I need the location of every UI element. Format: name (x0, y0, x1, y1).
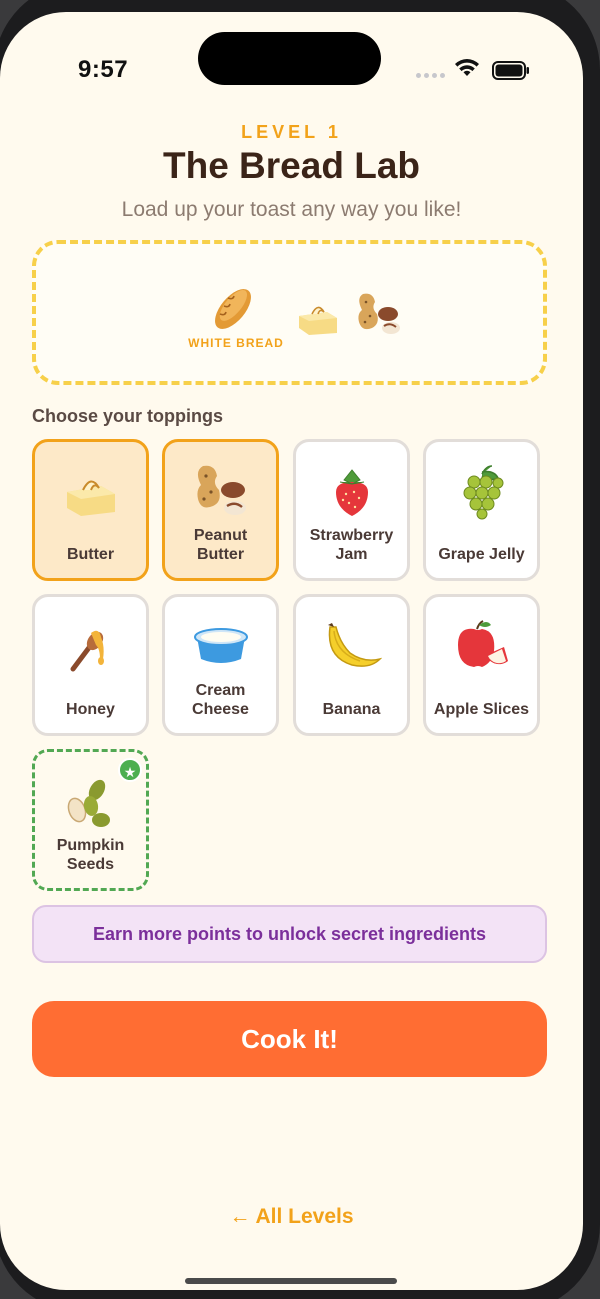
wifi-icon (455, 59, 479, 76)
topping-label: Pumpkin Seeds (56, 837, 125, 873)
secret-star-badge: ★ (118, 758, 142, 782)
all-levels-link[interactable]: ← All Levels (0, 1205, 583, 1229)
page-subtitle: Load up your toast any way you like! (121, 198, 462, 221)
pumpkin-seeds-icon (67, 779, 110, 827)
topping-card-peanut-butter[interactable]: Peanut Butter (162, 439, 279, 581)
topping-label: Strawberry Jam (309, 527, 394, 563)
topping-card-banana[interactable]: Banana (293, 594, 410, 736)
grapes-icon (463, 465, 503, 520)
bread-label: WHITE BREAD (188, 336, 284, 350)
peanut-butter-icon (358, 293, 400, 334)
butter-icon (299, 306, 337, 335)
strawberry-icon (335, 469, 368, 516)
topping-card-butter[interactable]: Butter (32, 439, 149, 581)
peanut-butter-icon (196, 465, 246, 515)
cream-cheese-tub-icon (193, 628, 248, 663)
butter-icon (66, 480, 115, 516)
bread-icon (215, 289, 251, 329)
cook-it-button[interactable]: Cook It! (32, 1001, 547, 1077)
battery-icon (492, 61, 529, 80)
topping-card-honey[interactable]: Honey (32, 594, 149, 736)
topping-label: Butter (66, 546, 115, 563)
app-screen: 9:57 LEVEL 1 The Bread Lab Load up your … (0, 12, 583, 1290)
level-label: LEVEL 1 (241, 122, 342, 142)
topping-card-apple-slices[interactable]: Apple Slices (423, 594, 540, 736)
toast-plate[interactable]: WHITE BREAD (32, 240, 547, 385)
status-time: 9:57 (78, 56, 129, 83)
home-indicator[interactable] (185, 1278, 397, 1284)
topping-card-grape-jelly[interactable]: Grape Jelly (423, 439, 540, 581)
topping-label: Peanut Butter (193, 527, 248, 563)
topping-label: Apple Slices (433, 701, 530, 718)
topping-label: Honey (66, 701, 115, 718)
cellular-signal-icon (416, 73, 445, 78)
topping-card-cream-cheese[interactable]: Cream Cheese (162, 594, 279, 736)
dynamic-island (198, 32, 381, 85)
topping-label: Cream Cheese (192, 682, 249, 718)
page-title: The Bread Lab (163, 145, 420, 186)
topping-card-pumpkin-seeds[interactable]: ★ Pumpkin Seeds (32, 749, 149, 891)
topping-label: Banana (322, 701, 381, 718)
apple-icon (457, 620, 508, 667)
topping-label: Grape Jelly (438, 546, 525, 563)
honey-dipper-icon (70, 630, 104, 672)
section-label-toppings: Choose your toppings (32, 406, 223, 426)
topping-card-strawberry-jam[interactable]: Strawberry Jam (293, 439, 410, 581)
banana-icon (327, 623, 382, 667)
unlock-banner: Earn more points to unlock secret ingred… (32, 905, 547, 963)
